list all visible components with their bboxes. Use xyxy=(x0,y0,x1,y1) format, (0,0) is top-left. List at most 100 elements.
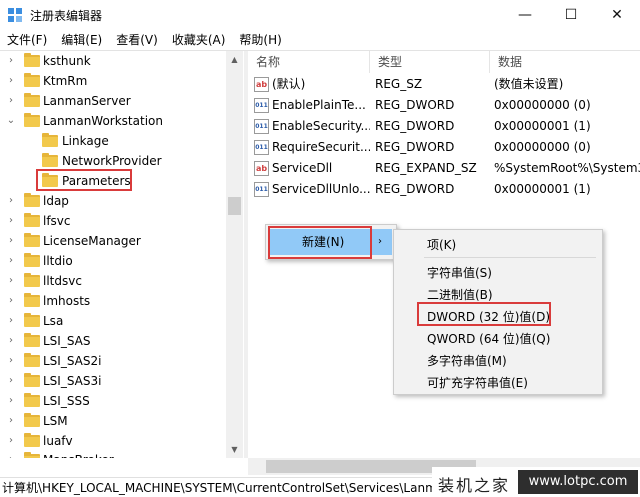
scroll-down-arrow-icon[interactable]: ▼ xyxy=(226,441,243,458)
tree-item-label: MapsBroker xyxy=(43,450,114,458)
folder-icon xyxy=(24,73,40,87)
folder-icon xyxy=(24,93,40,107)
menu-help[interactable]: 帮助(H) xyxy=(232,30,288,50)
tree-item-label: lmhosts xyxy=(43,294,91,308)
value-row[interactable]: 011 RequireSecurit... REG_DWORD 0x000000… xyxy=(248,137,640,158)
submenu-multi-string-value[interactable]: 多字符串值(M) xyxy=(427,352,507,369)
minimize-button[interactable]: — xyxy=(502,0,548,30)
value-data: 0x00000000 (0) xyxy=(494,140,591,154)
folder-icon xyxy=(24,293,40,307)
value-type: REG_DWORD xyxy=(375,182,455,196)
string-value-icon: ab xyxy=(254,161,269,176)
value-type: REG_DWORD xyxy=(375,119,455,133)
new-menu-highlight xyxy=(268,226,372,259)
registry-key-tree[interactable]: › ksthunk › KtmRm › LanmanServer ⌄ Lanma… xyxy=(0,51,244,458)
selected-key-highlight xyxy=(36,169,132,191)
value-type: REG_SZ xyxy=(375,77,423,91)
menu-bar: 文件(F) 编辑(E) 查看(V) 收藏夹(A) 帮助(H) xyxy=(0,30,640,50)
expand-arrow-icon[interactable]: › xyxy=(6,291,16,311)
column-header-type[interactable]: 类型 xyxy=(370,51,490,73)
expand-arrow-icon[interactable]: › xyxy=(6,71,16,91)
scroll-thumb[interactable] xyxy=(228,197,241,215)
tree-item-label: ldap xyxy=(43,194,69,208)
expand-arrow-icon[interactable]: › xyxy=(6,431,16,451)
expand-arrow-icon[interactable]: › xyxy=(6,331,16,351)
folder-icon xyxy=(24,253,40,267)
tree-item-label: LSI_SAS2i xyxy=(43,354,102,368)
expand-arrow-icon[interactable]: › xyxy=(6,211,16,231)
tree-item-label: luafv xyxy=(43,434,73,448)
value-row[interactable]: 011 ServiceDllUnlo... REG_DWORD 0x000000… xyxy=(248,179,640,200)
expand-arrow-icon[interactable]: › xyxy=(6,191,16,211)
submenu-key[interactable]: 项(K) xyxy=(427,236,456,253)
tree-vertical-scrollbar[interactable]: ▲ ▼ xyxy=(226,51,243,458)
expand-arrow-icon[interactable]: › xyxy=(6,450,16,458)
value-row[interactable]: ab (默认) REG_SZ (数值未设置) xyxy=(248,74,640,95)
tree-item-label: LSI_SAS xyxy=(43,334,91,348)
string-value-icon: ab xyxy=(254,77,269,92)
value-row[interactable]: ab ServiceDll REG_EXPAND_SZ %SystemRoot%… xyxy=(248,158,640,179)
menu-file[interactable]: 文件(F) xyxy=(0,30,54,50)
value-row[interactable]: 011 EnablePlainTe... REG_DWORD 0x0000000… xyxy=(248,95,640,116)
value-type: REG_DWORD xyxy=(375,140,455,154)
expand-arrow-icon[interactable]: › xyxy=(6,231,16,251)
value-data: (数值未设置) xyxy=(494,77,564,91)
folder-icon xyxy=(42,133,58,147)
value-name: EnableSecurity... xyxy=(272,119,370,133)
submenu-expandable-string-value[interactable]: 可扩充字符串值(E) xyxy=(427,374,528,391)
maximize-button[interactable]: ☐ xyxy=(548,0,594,30)
watermark-url: www.lotpc.com xyxy=(518,470,638,494)
expand-arrow-icon[interactable]: › xyxy=(6,91,16,111)
expand-arrow-icon[interactable]: › xyxy=(6,411,16,431)
dword-highlight xyxy=(417,302,551,326)
tree-item-label: Linkage xyxy=(62,134,109,148)
binary-value-icon: 011 xyxy=(254,119,269,134)
tree-item-label: LSM xyxy=(43,414,68,428)
expand-arrow-icon[interactable]: › xyxy=(6,51,16,71)
folder-icon xyxy=(24,333,40,347)
value-data: 0x00000001 (1) xyxy=(494,119,591,133)
folder-icon xyxy=(24,193,40,207)
expand-arrow-icon[interactable]: › xyxy=(6,351,16,371)
expand-arrow-icon[interactable]: › xyxy=(6,271,16,291)
menu-view[interactable]: 查看(V) xyxy=(109,30,165,50)
tree-item-label: LanmanWorkstation xyxy=(43,114,163,128)
watermark-brand: 装机之家 xyxy=(438,476,511,495)
value-row[interactable]: 011 EnableSecurity... REG_DWORD 0x000000… xyxy=(248,116,640,137)
folder-icon xyxy=(42,153,58,167)
scroll-up-arrow-icon[interactable]: ▲ xyxy=(226,51,243,68)
submenu-separator xyxy=(424,257,596,258)
expand-arrow-icon[interactable]: › xyxy=(6,371,16,391)
folder-icon xyxy=(24,393,40,407)
submenu-binary-value[interactable]: 二进制值(B) xyxy=(427,286,493,303)
binary-value-icon: 011 xyxy=(254,182,269,197)
binary-value-icon: 011 xyxy=(254,140,269,155)
collapse-arrow-icon[interactable]: ⌄ xyxy=(6,111,16,131)
tree-item-label: lltdio xyxy=(43,254,73,268)
submenu-string-value[interactable]: 字符串值(S) xyxy=(427,264,492,281)
expand-arrow-icon[interactable]: › xyxy=(6,311,16,331)
tree-item-label: lltdsvc xyxy=(43,274,82,288)
close-button[interactable]: ✕ xyxy=(594,0,640,30)
column-header-name[interactable]: 名称 xyxy=(248,51,370,73)
window-title: 注册表编辑器 xyxy=(30,9,103,23)
expand-arrow-icon[interactable]: › xyxy=(6,391,16,411)
value-data: %SystemRoot%\System32 xyxy=(494,161,640,175)
title-bar: 注册表编辑器 — ☐ ✕ xyxy=(0,0,640,30)
tree-item-label: KtmRm xyxy=(43,74,88,88)
value-name: RequireSecurit... xyxy=(272,140,370,154)
folder-icon xyxy=(24,233,40,247)
column-header-data[interactable]: 数据 xyxy=(490,51,640,73)
menu-favorites[interactable]: 收藏夹(A) xyxy=(165,30,233,50)
value-name: EnablePlainTe... xyxy=(272,98,366,112)
watermark: 装机之家 www.lotpc.com xyxy=(432,467,640,497)
expand-arrow-icon[interactable]: › xyxy=(6,251,16,271)
menu-edit[interactable]: 编辑(E) xyxy=(54,30,109,50)
folder-open-icon xyxy=(24,113,40,127)
value-name: ServiceDllUnlo... xyxy=(272,182,370,196)
folder-icon xyxy=(24,313,40,327)
submenu-qword-value[interactable]: QWORD (64 位)值(Q) xyxy=(427,330,550,347)
tree-item-label: lfsvc xyxy=(43,214,71,228)
value-name: (默认) xyxy=(272,77,306,91)
folder-icon xyxy=(24,213,40,227)
